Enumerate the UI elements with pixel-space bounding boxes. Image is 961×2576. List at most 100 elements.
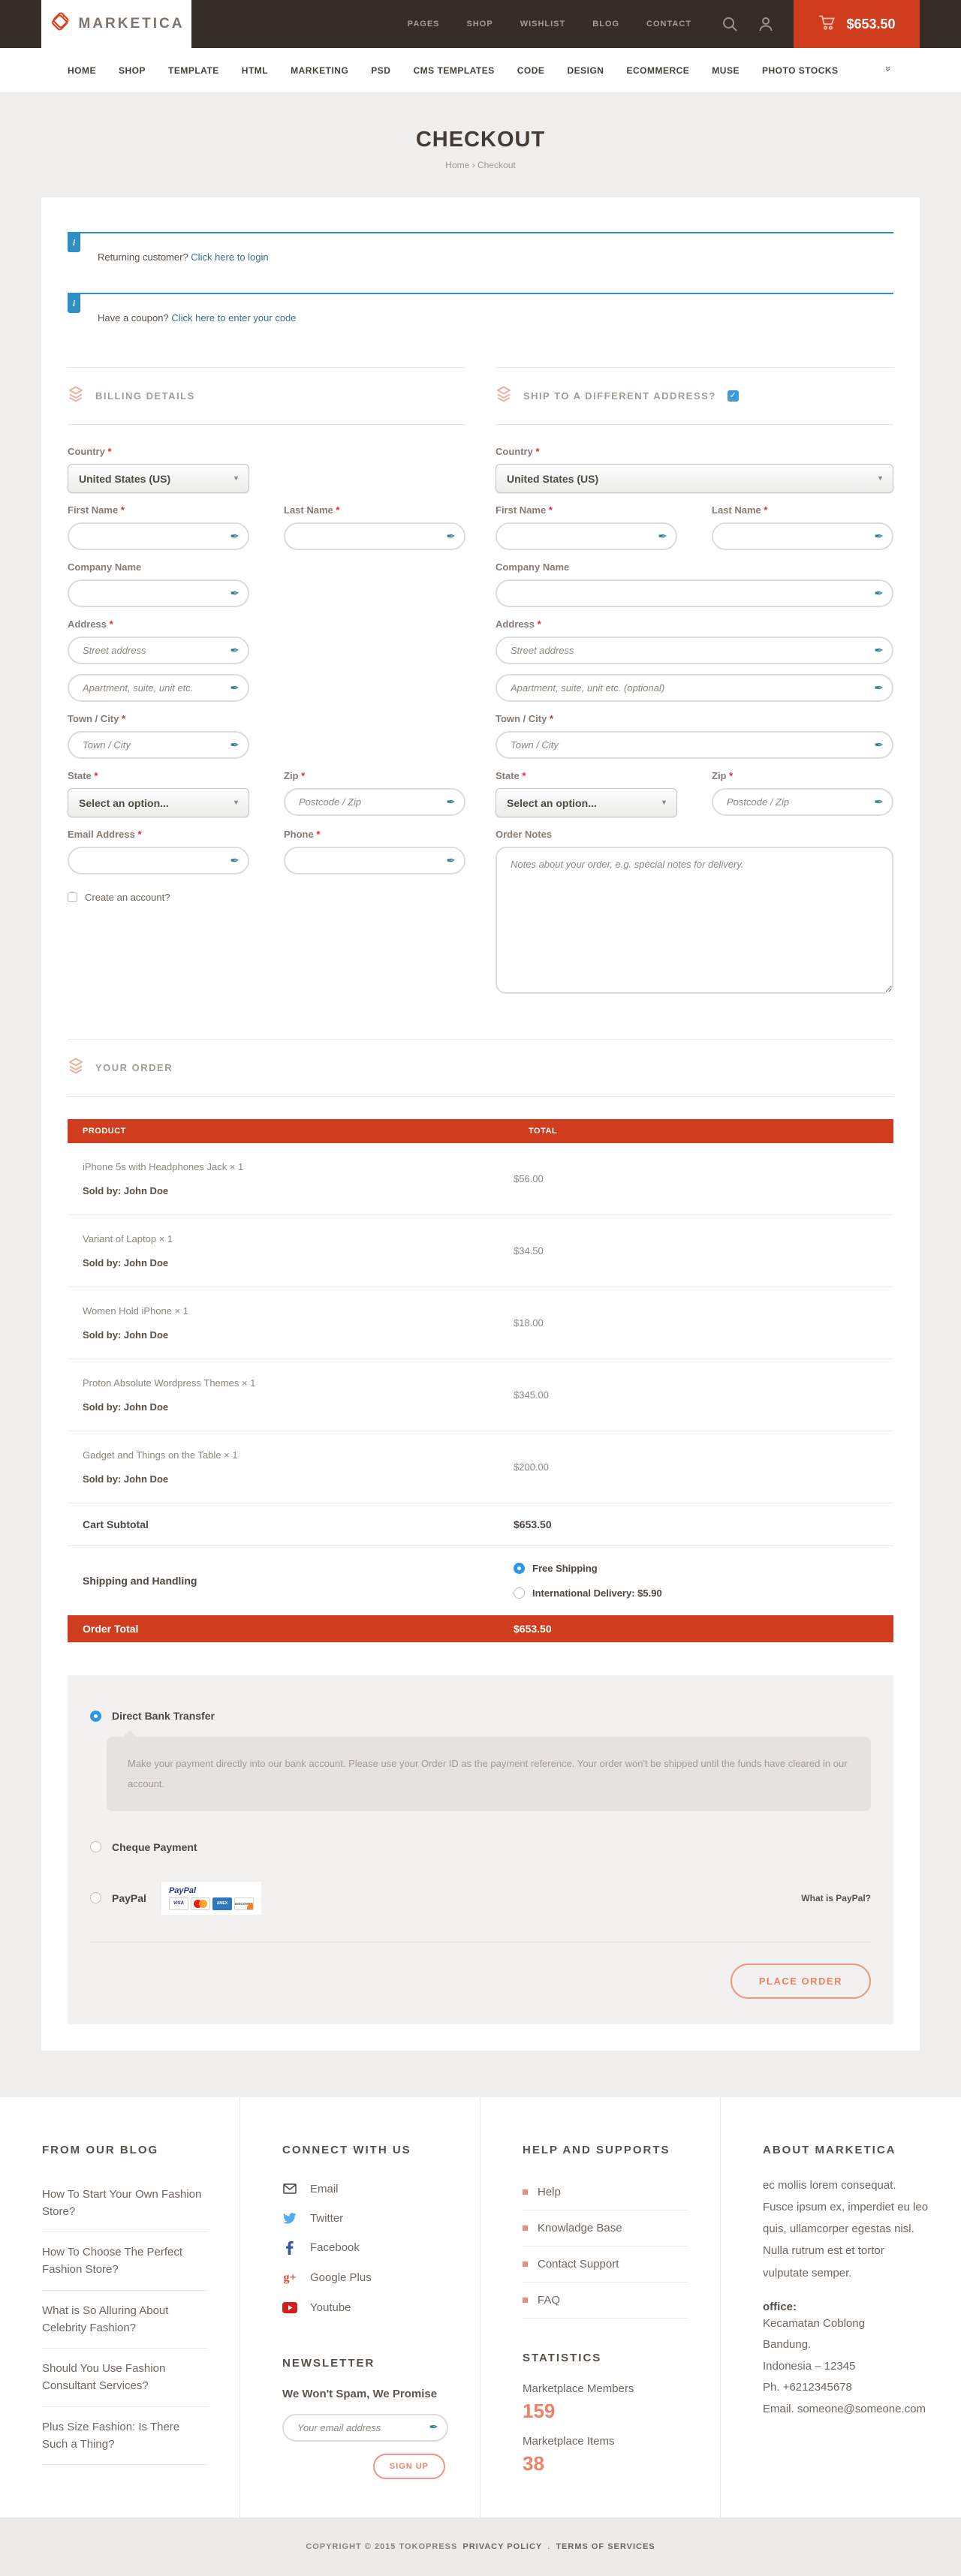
shipping-street-input[interactable] xyxy=(496,636,893,664)
top-nav-contact[interactable]: CONTACT xyxy=(646,20,691,29)
paypal-radio[interactable] xyxy=(90,1892,101,1903)
coupon-link[interactable]: Click here to enter your code xyxy=(171,312,296,324)
social-youtube-link[interactable]: Youtube xyxy=(282,2293,448,2322)
international-delivery-radio[interactable] xyxy=(514,1587,525,1599)
international-delivery-option[interactable]: International Delivery: $5.90 xyxy=(514,1587,893,1599)
place-order-button[interactable]: PLACE ORDER xyxy=(731,1964,871,1999)
search-icon[interactable] xyxy=(722,16,738,32)
subtotal-label: Cart Subtotal xyxy=(68,1518,514,1530)
subnav-shop[interactable]: SHOP xyxy=(119,65,146,76)
social-label: Google Plus xyxy=(310,2271,372,2284)
order-total-value: $653.50 xyxy=(514,1623,893,1635)
billing-email-input[interactable] xyxy=(68,847,249,874)
bank-transfer-description: Make your payment directly into our bank… xyxy=(107,1737,871,1811)
billing-last-name-input[interactable] xyxy=(284,522,465,550)
newsletter-email-input[interactable] xyxy=(282,2414,448,2442)
help-link[interactable]: Contact Support xyxy=(523,2246,688,2283)
top-nav-wishlist[interactable]: WISHLIST xyxy=(520,20,566,29)
blog-link[interactable]: Should You Use Fashion Consultant Servic… xyxy=(42,2349,208,2407)
ship-different-checkbox[interactable] xyxy=(728,390,739,402)
breadcrumb: Home › Checkout xyxy=(0,160,961,170)
payment-cards: PayPal VISA AMEX DISCOVER xyxy=(161,1882,261,1915)
free-shipping-radio[interactable] xyxy=(514,1563,525,1574)
zip-label: Zip xyxy=(284,770,299,781)
footer-blog-column: FROM OUR BLOG How To Start Your Own Fash… xyxy=(0,2097,240,2517)
billing-town-input[interactable] xyxy=(68,731,249,759)
shipping-apartment-input[interactable] xyxy=(496,674,893,702)
terms-link[interactable]: TERMS OF SERVICES xyxy=(556,2542,655,2551)
subnav-psd[interactable]: PSD xyxy=(371,65,390,76)
cheque-payment-method[interactable]: Cheque Payment xyxy=(90,1841,871,1853)
top-nav-shop[interactable]: SHOP xyxy=(467,20,493,29)
help-link[interactable]: Help xyxy=(523,2174,688,2210)
shipping-company-input[interactable] xyxy=(496,579,893,607)
social-email-link[interactable]: Email xyxy=(282,2174,448,2204)
login-link[interactable]: Click here to login xyxy=(191,251,268,263)
billing-apartment-input[interactable] xyxy=(68,674,249,702)
billing-zip-input[interactable] xyxy=(284,788,465,816)
newsletter-title: NEWSLETTER xyxy=(282,2357,448,2370)
billing-state-select[interactable]: Select an option... xyxy=(68,788,249,817)
user-icon[interactable] xyxy=(758,16,774,32)
social-facebook-link[interactable]: Facebook xyxy=(282,2233,448,2263)
billing-street-input[interactable] xyxy=(68,636,249,664)
subnav-marketing[interactable]: MARKETING xyxy=(291,65,348,76)
billing-first-name-input[interactable] xyxy=(68,522,249,550)
top-nav-blog[interactable]: BLOG xyxy=(592,20,619,29)
subnav-photo-stocks[interactable]: PHOTO STOCKS xyxy=(762,65,839,76)
privacy-policy-link[interactable]: PRIVACY POLICY xyxy=(462,2542,542,2551)
subnav-code[interactable]: CODE xyxy=(517,65,545,76)
subnav-design[interactable]: DESIGN xyxy=(567,65,604,76)
mastercard-icon xyxy=(191,1897,210,1910)
shipping-country-select[interactable]: United States (US) xyxy=(496,464,893,493)
cart-button[interactable]: $653.50 xyxy=(794,0,920,48)
billing-address-field: Address * xyxy=(68,618,249,702)
address-label: Address xyxy=(496,618,535,630)
chevron-double-down-icon[interactable] xyxy=(881,66,893,71)
shipping-last-name-input[interactable] xyxy=(712,522,893,550)
youtube-icon xyxy=(282,2302,297,2313)
subnav-template[interactable]: TEMPLATE xyxy=(168,65,219,76)
shipping-state-select[interactable]: Select an option... xyxy=(496,788,677,817)
cheque-payment-radio[interactable] xyxy=(90,1841,101,1852)
billing-country-select[interactable]: United States (US) xyxy=(68,464,249,493)
required-mark: * xyxy=(336,504,339,516)
blog-link[interactable]: Plus Size Fashion: Is There Such a Thing… xyxy=(42,2407,208,2466)
payment-methods-box: Direct Bank Transfer Make your payment d… xyxy=(68,1675,893,2024)
create-account-checkbox-row[interactable]: Create an account? xyxy=(68,892,465,903)
order-notes-textarea[interactable] xyxy=(496,847,893,994)
subnav-home[interactable]: HOME xyxy=(68,65,96,76)
shipping-zip-input[interactable] xyxy=(712,788,893,816)
bullet-icon xyxy=(523,2298,528,2303)
what-is-paypal-link[interactable]: What is PayPal? xyxy=(801,1893,871,1903)
create-account-checkbox[interactable] xyxy=(68,892,77,902)
subnav-muse[interactable]: MUSE xyxy=(712,65,740,76)
stat-value: 159 xyxy=(523,2400,688,2423)
brand-logo[interactable]: MARKETICA xyxy=(41,0,191,53)
billing-phone-input[interactable] xyxy=(284,847,465,874)
bank-transfer-method[interactable]: Direct Bank Transfer xyxy=(90,1710,871,1722)
blog-link[interactable]: How To Start Your Own Fashion Store? xyxy=(42,2174,208,2233)
shipping-first-name-input[interactable] xyxy=(496,522,677,550)
subnav-cms-templates[interactable]: CMS TEMPLATES xyxy=(413,65,494,76)
subnav-html[interactable]: HTML xyxy=(242,65,268,76)
newsletter-signup-button[interactable]: SIGN UP xyxy=(373,2454,445,2479)
facebook-icon xyxy=(282,2241,297,2255)
paypal-method[interactable]: PayPal PayPal VISA AMEX DISCOVER What is… xyxy=(90,1882,871,1915)
blog-link[interactable]: How To Choose The Perfect Fashion Store? xyxy=(42,2232,208,2291)
breadcrumb-home[interactable]: Home xyxy=(445,160,469,170)
bank-transfer-radio[interactable] xyxy=(90,1711,101,1722)
help-link[interactable]: FAQ xyxy=(523,2283,688,2319)
social-twitter-link[interactable]: Twitter xyxy=(282,2204,448,2233)
free-shipping-option[interactable]: Free Shipping xyxy=(514,1563,893,1574)
select-arrow-icon xyxy=(878,474,882,483)
billing-company-input[interactable] xyxy=(68,579,249,607)
help-link[interactable]: Knowladge Base xyxy=(523,2210,688,2246)
coupon-notice: i Have a coupon? Click here to enter you… xyxy=(68,293,893,342)
shipping-town-input[interactable] xyxy=(496,731,893,759)
blog-link[interactable]: What is So Alluring About Celebrity Fash… xyxy=(42,2291,208,2349)
shipping-first-name-field: First Name * xyxy=(496,504,677,550)
social-google-plus-link[interactable]: g+ Google Plus xyxy=(282,2263,448,2293)
subnav-ecommerce[interactable]: ECOMMERCE xyxy=(626,65,689,76)
top-nav-pages[interactable]: PAGES xyxy=(408,20,440,29)
